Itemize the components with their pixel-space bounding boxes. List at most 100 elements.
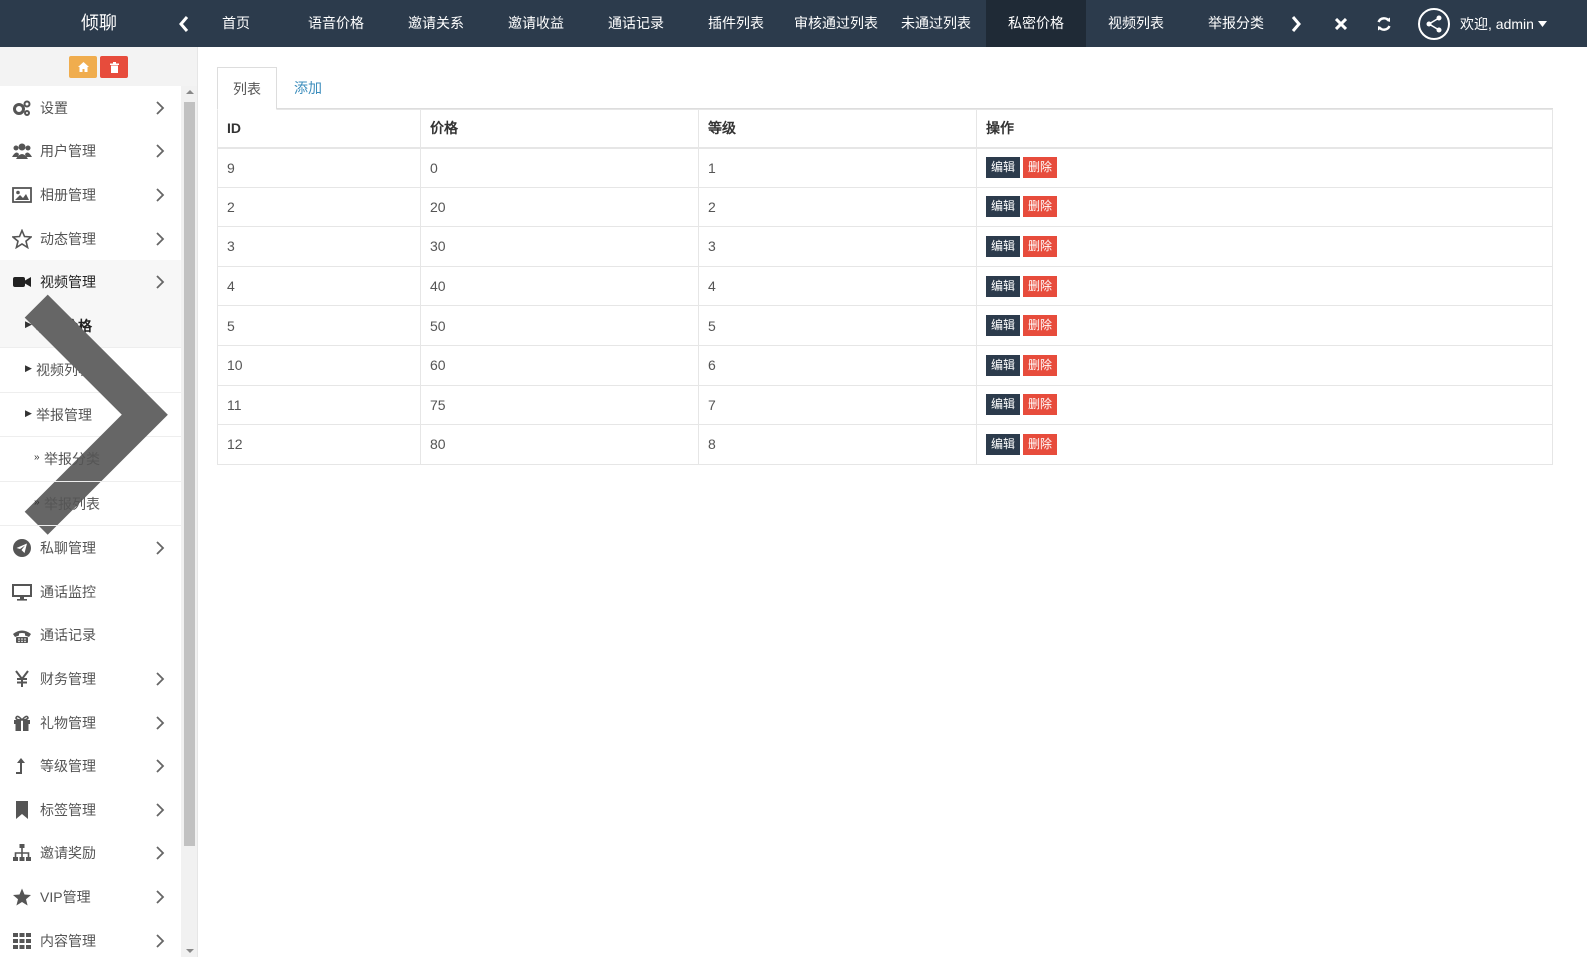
sidebar-item[interactable]: 相册管理: [0, 173, 181, 217]
sidebar-item[interactable]: 动态管理: [0, 217, 181, 261]
sidebar-item[interactable]: 用户管理: [0, 130, 181, 174]
delete-button[interactable]: 删除: [1023, 275, 1058, 297]
top-tab[interactable]: 视频列表: [1086, 0, 1186, 47]
bookmark-icon: [12, 800, 32, 820]
edit-button[interactable]: 编辑: [986, 275, 1021, 297]
top-tab[interactable]: 首页: [186, 0, 286, 47]
top-tab[interactable]: 举报分类: [1186, 0, 1286, 47]
sidebar-item[interactable]: 私聊管理: [0, 526, 181, 570]
close-icon: [1335, 17, 1347, 30]
page-tabs: 首页 语音价格 邀请关系 邀请收益 通话记录 插件列表 审核通过列表 未通过列表 私密价格 视频列…: [186, 0, 1286, 47]
sidebar-item[interactable]: 通话监控: [0, 570, 181, 614]
top-tab[interactable]: 通话记录: [586, 0, 686, 47]
sidebar-item[interactable]: 等级管理: [0, 744, 181, 788]
top-tab[interactable]: 语音价格: [286, 0, 386, 47]
sidebar-item[interactable]: 设置: [0, 86, 181, 130]
sidebar-item[interactable]: 内容管理: [0, 919, 181, 957]
top-tab[interactable]: 审核通过列表: [786, 0, 886, 47]
sidebar-item[interactable]: 通话记录: [0, 614, 181, 658]
sidebar-item[interactable]: 标签管理: [0, 788, 181, 832]
sidebar-item[interactable]: 邀请奖励: [0, 832, 181, 876]
cell-price: 50: [420, 305, 699, 346]
app-logo[interactable]: 倾聊: [0, 0, 198, 47]
edit-button[interactable]: 编辑: [986, 394, 1021, 416]
cell-actions: 编辑 删除: [976, 384, 1553, 426]
table-row: 4 40 4 编辑 删除: [217, 265, 1553, 307]
clear-cache-button[interactable]: [100, 56, 128, 78]
tabs-next-button[interactable]: [1284, 0, 1308, 47]
top-tab[interactable]: 未通过列表: [886, 0, 986, 47]
sidebar-item-label: 内容管理: [40, 932, 96, 949]
table-row: 9 0 1 编辑 删除: [217, 147, 1553, 188]
tab-list[interactable]: 列表: [217, 67, 277, 110]
edit-button[interactable]: 编辑: [986, 354, 1021, 376]
refresh-button[interactable]: [1369, 0, 1399, 47]
user-greeting: 欢迎, admin: [1460, 15, 1534, 32]
cogs-icon: [12, 98, 32, 118]
avatar: [1418, 7, 1450, 40]
level-up-icon: [12, 756, 32, 776]
cell-actions: 编辑 删除: [976, 344, 1553, 386]
delete-button[interactable]: 删除: [1023, 394, 1058, 416]
column-header-id: ID: [217, 109, 421, 149]
delete-button[interactable]: 删除: [1023, 157, 1058, 179]
cell-price: 75: [420, 384, 699, 426]
sidebar-subitem-label: 举报分类: [44, 451, 100, 468]
column-header-price: 价格: [420, 109, 699, 149]
edit-button[interactable]: 编辑: [986, 433, 1021, 455]
scroll-down-icon[interactable]: [186, 949, 194, 953]
cell-price: 30: [420, 226, 699, 267]
sidebar-item[interactable]: 礼物管理: [0, 701, 181, 745]
cell-id: 3: [217, 226, 421, 267]
cell-level: 2: [698, 186, 977, 228]
cell-price: 60: [420, 344, 699, 386]
sidebar-item[interactable]: 财务管理: [0, 657, 181, 701]
cell-level: 1: [698, 147, 977, 188]
table-header-row: ID 价格 等级 操作: [217, 109, 1553, 149]
delete-button[interactable]: 删除: [1023, 196, 1058, 218]
cell-level: 8: [698, 424, 977, 465]
cell-id: 10: [217, 344, 421, 386]
table-row: 12 80 8 编辑 删除: [217, 424, 1553, 465]
cell-actions: 编辑 删除: [976, 226, 1553, 267]
edit-button[interactable]: 编辑: [986, 196, 1021, 218]
cell-level: 3: [698, 226, 977, 267]
cell-price: 40: [420, 265, 699, 307]
image-icon: [12, 185, 32, 205]
edit-button[interactable]: 编辑: [986, 157, 1021, 179]
sidebar-subitem[interactable]: » 举报列表: [0, 482, 181, 527]
sidebar-item[interactable]: VIP管理: [0, 875, 181, 919]
chevron-right-icon: [156, 144, 165, 159]
top-tab[interactable]: 私密价格: [986, 0, 1086, 47]
refresh-icon: [1377, 16, 1391, 31]
sidebar-subitem[interactable]: » 举报分类: [0, 437, 181, 482]
sidebar-scrollbar[interactable]: [181, 86, 197, 957]
gift-icon: [12, 713, 32, 733]
double-angle-right-icon: »: [34, 496, 40, 508]
table-row: 11 75 7 编辑 删除: [217, 384, 1553, 426]
scrollbar-thumb[interactable]: [184, 102, 195, 846]
delete-button[interactable]: 删除: [1023, 315, 1058, 337]
home-button[interactable]: [69, 56, 97, 78]
delete-button[interactable]: 删除: [1023, 433, 1058, 455]
user-menu[interactable]: 欢迎, admin: [1418, 0, 1547, 47]
edit-button[interactable]: 编辑: [986, 315, 1021, 337]
scroll-up-icon[interactable]: [186, 90, 194, 94]
sidebar-item-label: 动态管理: [40, 230, 96, 247]
sidebar-item-label: VIP管理: [40, 889, 91, 906]
delete-button[interactable]: 删除: [1023, 354, 1058, 376]
sidebar-item-label: 用户管理: [40, 143, 96, 160]
tab-add[interactable]: 添加: [294, 67, 322, 109]
close-tabs-button[interactable]: [1326, 0, 1356, 47]
desktop-icon: [12, 582, 32, 602]
top-tab[interactable]: 插件列表: [686, 0, 786, 47]
edit-button[interactable]: 编辑: [986, 235, 1021, 257]
delete-button[interactable]: 删除: [1023, 235, 1058, 257]
sidebar-subitem[interactable]: ▶ 举报管理: [0, 294, 181, 535]
cell-level: 5: [698, 305, 977, 346]
sidebar-item-label: 设置: [40, 99, 68, 116]
top-tab[interactable]: 邀请关系: [386, 0, 486, 47]
chevron-right-icon: [156, 846, 165, 861]
grid-icon: [12, 931, 32, 951]
top-tab[interactable]: 邀请收益: [486, 0, 586, 47]
